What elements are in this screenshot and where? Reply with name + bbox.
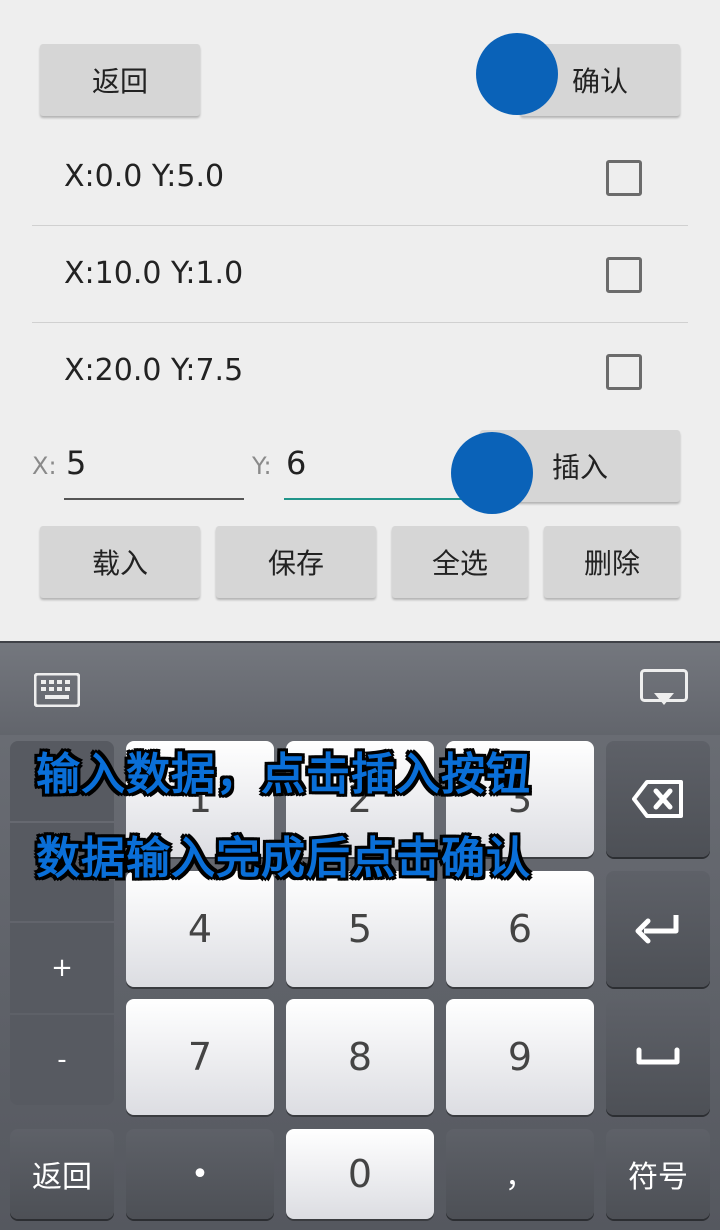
list-item[interactable]: X:10.0 Y:1.0: [32, 226, 688, 323]
key-0-label: 0: [347, 1152, 373, 1196]
point-label: X:20.0 Y:7.5: [64, 353, 244, 388]
space-icon: [636, 1047, 680, 1065]
point-checkbox[interactable]: [606, 257, 642, 293]
x-input-underline: [64, 498, 244, 500]
key-9[interactable]: 9: [446, 999, 594, 1115]
symbols-key-label: 符号: [628, 1160, 688, 1195]
instruction-line-1: 输入数据，点击插入按钮: [36, 749, 531, 800]
list-item[interactable]: X:0.0 Y:5.0: [32, 129, 688, 226]
key-0[interactable]: 0: [286, 1129, 434, 1219]
key-4-label: 4: [187, 907, 213, 951]
backspace-key[interactable]: [606, 741, 710, 857]
y-input-value: 6: [286, 444, 307, 482]
dot-key-label: •: [191, 1156, 209, 1192]
x-input[interactable]: 5: [64, 440, 244, 502]
comma-key[interactable]: ，: [446, 1129, 594, 1219]
keyboard-back-key[interactable]: 返回: [10, 1129, 114, 1219]
key-9-label: 9: [507, 1035, 533, 1079]
key-7[interactable]: 7: [126, 999, 274, 1115]
delete-button-label: 删除: [583, 547, 640, 580]
y-input-underline: [284, 498, 474, 500]
key-8[interactable]: 8: [286, 999, 434, 1115]
key-8-label: 8: [347, 1035, 373, 1079]
touch-indicator-insert: [451, 432, 533, 514]
y-input[interactable]: 6: [284, 440, 474, 502]
backspace-icon: [632, 780, 683, 818]
dot-key[interactable]: •: [126, 1129, 274, 1219]
side-key-plus-label: +: [51, 953, 73, 983]
point-checkbox[interactable]: [606, 354, 642, 390]
enter-icon: [635, 915, 679, 944]
point-checkbox[interactable]: [606, 160, 642, 196]
point-label: X:0.0 Y:5.0: [64, 159, 225, 194]
keyboard-toolbar: [0, 641, 720, 735]
load-button-label: 载入: [91, 547, 148, 580]
load-button[interactable]: 载入: [40, 526, 200, 598]
side-key-minus-label: -: [57, 1045, 67, 1075]
point-label: X:10.0 Y:1.0: [64, 256, 244, 291]
numeric-keyboard: # + - 1 2 3 4 5 6 7 8 9 返回 • 0 ， 符号: [0, 641, 720, 1230]
space-key[interactable]: [606, 999, 710, 1115]
key-5-label: 5: [347, 907, 373, 951]
back-button-label: 返回: [91, 65, 148, 98]
instruction-line-2: 数据输入完成后点击确认: [36, 833, 531, 884]
confirm-button-label: 确认: [572, 65, 629, 98]
keyboard-switch-icon[interactable]: [33, 672, 81, 708]
save-button-label: 保存: [267, 547, 324, 580]
touch-indicator-confirm: [476, 33, 558, 115]
keyboard-back-label: 返回: [32, 1160, 92, 1195]
side-key-plus[interactable]: +: [10, 923, 114, 1013]
key-6[interactable]: 6: [446, 871, 594, 987]
side-key-minus[interactable]: -: [10, 1015, 114, 1105]
hide-keyboard-icon[interactable]: [640, 669, 688, 709]
key-7-label: 7: [187, 1035, 213, 1079]
list-item[interactable]: X:20.0 Y:7.5: [32, 323, 688, 419]
key-5[interactable]: 5: [286, 871, 434, 987]
symbols-key[interactable]: 符号: [606, 1129, 710, 1219]
back-button[interactable]: 返回: [40, 44, 200, 116]
key-4[interactable]: 4: [126, 871, 274, 987]
comma-key-label: ，: [505, 1160, 535, 1195]
enter-key[interactable]: [606, 871, 710, 987]
select-all-button[interactable]: 全选: [392, 526, 528, 598]
x-input-value: 5: [66, 444, 87, 482]
select-all-button-label: 全选: [431, 547, 488, 580]
save-button[interactable]: 保存: [216, 526, 376, 598]
delete-button[interactable]: 删除: [544, 526, 680, 598]
y-field-label: Y:: [252, 452, 272, 480]
key-6-label: 6: [507, 907, 533, 951]
x-field-label: X:: [32, 452, 57, 480]
insert-button-label: 插入: [551, 451, 608, 484]
